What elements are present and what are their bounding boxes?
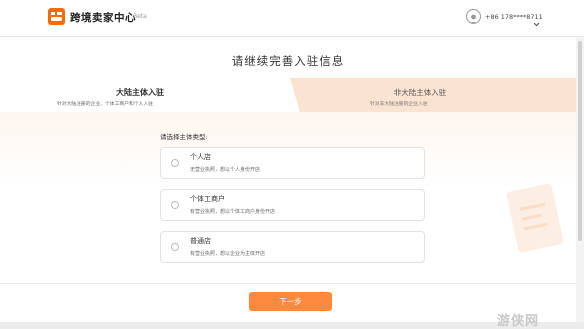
option-title: 个体工商户	[190, 195, 225, 203]
option-title: 普通店	[190, 237, 211, 245]
radio-button[interactable]	[171, 201, 179, 209]
page-title: 请继续完善入驻信息	[231, 54, 345, 68]
top-bar: 跨境卖家中心 Beta +86 178****8711	[0, 0, 584, 37]
avatar-icon	[466, 9, 481, 24]
tab-non-mainland-title: 非大陆主体入驻	[393, 88, 447, 97]
tab-non-mainland-description: 针对非大陆注册的企业入驻	[370, 102, 428, 107]
entity-type-label: 请选择主体类型:	[160, 133, 208, 141]
logo-icon[interactable]	[48, 8, 65, 25]
option-title: 个人店	[190, 153, 211, 161]
app-title: 跨境卖家中心	[70, 12, 136, 24]
footer-divider	[0, 283, 576, 284]
scrollbar[interactable]	[576, 37, 584, 322]
scrollbar-thumb[interactable]	[578, 41, 582, 241]
tab-mainland-title: 大陆主体入驻	[116, 88, 164, 97]
chevron-down-icon[interactable]	[533, 13, 540, 32]
radio-button[interactable]	[171, 243, 179, 251]
next-step-button[interactable]: 下一步	[249, 292, 332, 311]
document-illustration-icon	[500, 177, 570, 271]
radio-button[interactable]	[171, 159, 179, 167]
main-content: 请继续完善入驻信息 大陆主体入驻 针对大陆注册的企业、个体工商户和个人入驻 非大…	[0, 37, 576, 329]
tab-mainland-description: 针对大陆注册的企业、个体工商户和个人入驻	[57, 102, 153, 107]
watermark-logo: 游侠网	[497, 314, 540, 329]
option-regular-store[interactable]: 普通店 有营业执照，想以企业为主体开店	[160, 231, 425, 263]
option-description: 无营业执照，想以个人身份开店	[190, 167, 261, 173]
beta-badge: Beta	[133, 13, 147, 20]
option-description: 有营业执照，想以个体工商户身份开店	[190, 209, 276, 215]
option-description: 有营业执照，想以企业为主体开店	[190, 251, 266, 257]
option-individual-store[interactable]: 个人店 无营业执照，想以个人身份开店	[160, 147, 425, 179]
option-sole-proprietor[interactable]: 个体工商户 有营业执照，想以个体工商户身份开店	[160, 189, 425, 221]
